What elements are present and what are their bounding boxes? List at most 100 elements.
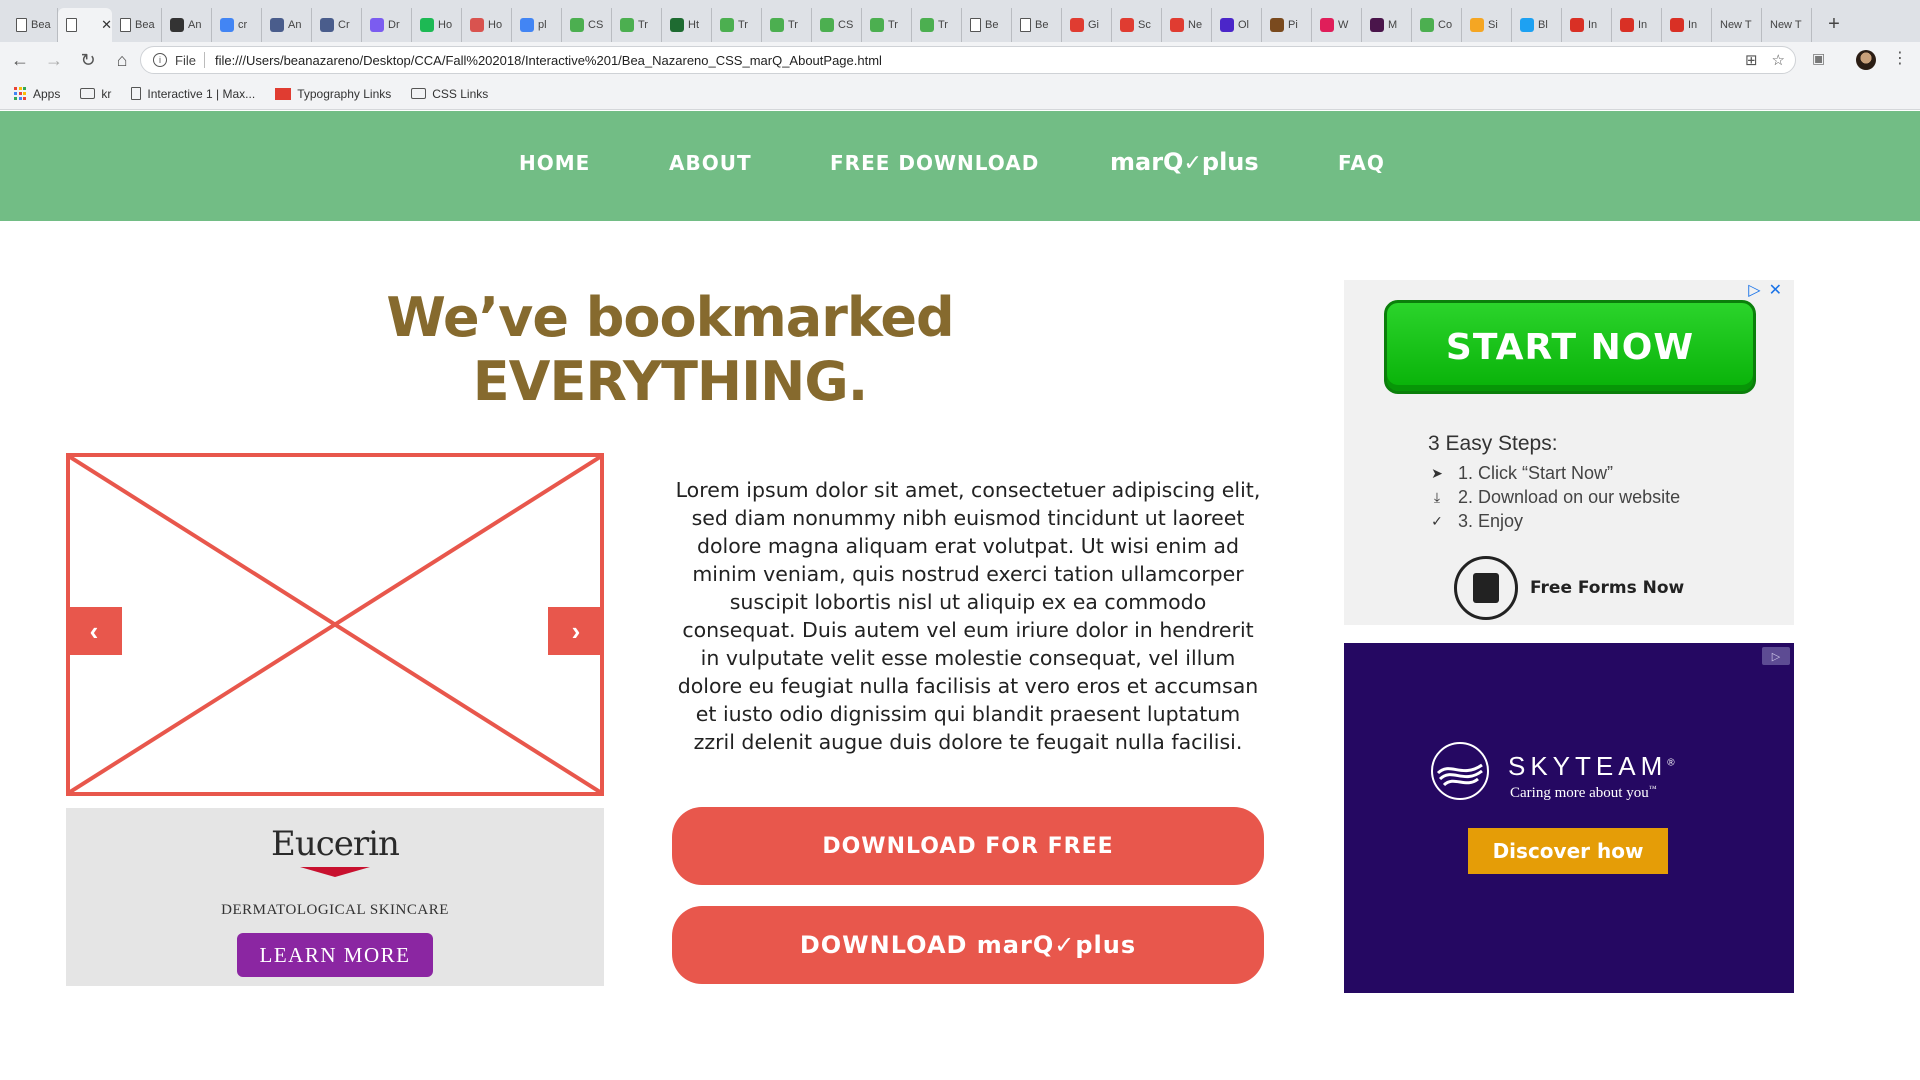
slider-next-button[interactable]: › [548, 607, 604, 655]
reload-icon[interactable]: ↻ [74, 46, 102, 74]
browser-tab[interactable]: An [262, 8, 312, 42]
download-plus-button[interactable]: DOWNLOAD marQ ✓ plus [672, 906, 1264, 984]
headline-line-2: EVERYTHING. [472, 350, 868, 413]
address-bar[interactable]: i File file:///Users/beanazareno/Desktop… [140, 46, 1796, 74]
tab-title: Tr [888, 19, 898, 31]
browser-tab[interactable]: Pi [1262, 8, 1312, 42]
red-doc-icon [275, 87, 292, 100]
browser-tab[interactable]: CS [812, 8, 862, 42]
tab-title: cr [238, 19, 248, 31]
bookmarks-bar: Apps kr Interactive 1 | Max... Typograph… [0, 78, 1920, 110]
browser-tab[interactable]: Be [962, 8, 1012, 42]
skyteam-tagline-text: Caring more about you [1510, 785, 1649, 801]
browser-tab[interactable]: Tr [912, 8, 962, 42]
page-icon [66, 18, 77, 32]
browser-tab[interactable]: Co [1412, 8, 1462, 42]
bookmark-star-icon[interactable]: ☆ [1772, 51, 1785, 69]
bookmark-folder-css[interactable]: CSS Links [411, 87, 488, 101]
tab-title: W [1338, 19, 1349, 31]
browser-tab[interactable]: M [1362, 8, 1412, 42]
menu-icon[interactable]: ⋮ [1892, 48, 1908, 68]
site-info-icon[interactable]: i [153, 53, 167, 67]
browser-tab[interactable]: Be [1012, 8, 1062, 42]
gmail-icon [1620, 18, 1634, 32]
bookmark-interactive[interactable]: Interactive 1 | Max... [131, 87, 255, 101]
browser-tab[interactable]: Ho [462, 8, 512, 42]
skyteam-name: SKYTEAM® [1508, 751, 1675, 782]
tab-title: An [288, 19, 302, 31]
brand-name: marQ [976, 931, 1055, 959]
browser-tab[interactable]: Ht [662, 8, 712, 42]
browser-tab[interactable]: Bl [1512, 8, 1562, 42]
tab-title: Sc [1138, 19, 1151, 31]
bookmark-folder-kr[interactable]: kr [80, 87, 111, 101]
extension-icon[interactable]: ▣ [1812, 50, 1825, 67]
browser-tab[interactable]: Dr [362, 8, 412, 42]
browser-tab[interactable]: New T [1762, 8, 1812, 42]
tab-title: Si [1488, 19, 1498, 31]
browser-tab[interactable]: Sc [1112, 8, 1162, 42]
nav-marq-plus[interactable]: marQ✓plus [1110, 148, 1259, 176]
site-navigation: HOME ABOUT FREE DOWNLOAD marQ✓plus FAQ [0, 111, 1920, 221]
browser-tab[interactable]: Tr [612, 8, 662, 42]
browser-tab[interactable]: An [162, 8, 212, 42]
new-tab-icon[interactable]: + [1820, 10, 1848, 38]
browser-tab[interactable]: cr [212, 8, 262, 42]
browser-tab[interactable]: In [1662, 8, 1712, 42]
browser-tab[interactable]: Bea [112, 8, 162, 42]
nav-free-download[interactable]: FREE DOWNLOAD [830, 151, 1039, 175]
browser-tab[interactable]: ✕ [58, 8, 112, 42]
download-free-button[interactable]: DOWNLOAD FOR FREE [672, 807, 1264, 885]
adchoices-icon[interactable]: ▷ [1762, 647, 1790, 665]
start-now-button[interactable]: START NOW [1384, 300, 1756, 394]
browser-tab[interactable]: Tr [862, 8, 912, 42]
translate-icon[interactable]: ⊞ [1745, 51, 1758, 69]
forward-arrow-icon[interactable]: → [40, 46, 68, 74]
eucerin-ad[interactable]: Eucerin DERMATOLOGICAL SKINCARE LEARN MO… [66, 808, 604, 986]
browser-tab[interactable]: In [1562, 8, 1612, 42]
tab-title: Pi [1288, 19, 1298, 31]
nav-home[interactable]: HOME [519, 151, 590, 175]
start-now-ad[interactable]: ▷ ✕ START NOW 3 Easy Steps: ➤ 1. Click “S… [1344, 280, 1794, 625]
browser-tab[interactable]: In [1612, 8, 1662, 42]
profile-avatar[interactable] [1856, 50, 1876, 70]
adchoices-icon[interactable]: ▷ [1748, 280, 1760, 300]
slider-prev-button[interactable]: ‹ [66, 607, 122, 655]
close-icon[interactable]: ✕ [1769, 280, 1782, 300]
home-icon[interactable]: ⌂ [108, 46, 136, 74]
browser-tab[interactable]: New T [1712, 8, 1762, 42]
browser-tab[interactable]: Tr [762, 8, 812, 42]
learn-more-button[interactable]: LEARN MORE [237, 933, 433, 977]
discover-how-button[interactable]: Discover how [1468, 828, 1668, 874]
browser-tab[interactable]: Cr [312, 8, 362, 42]
close-tab-icon[interactable]: ✕ [101, 17, 112, 33]
browser-tab[interactable]: Ne [1162, 8, 1212, 42]
browser-tab[interactable]: Ol [1212, 8, 1262, 42]
browser-tab[interactable]: Bea [8, 8, 58, 42]
free-forms-link[interactable]: Free Forms Now [1454, 556, 1684, 620]
tab-title: Be [985, 19, 999, 31]
cursor-icon: ➤ [1431, 465, 1443, 481]
bookmark-apps[interactable]: Apps [14, 87, 60, 101]
step-label: 1. Click “Start Now” [1458, 463, 1614, 483]
browser-tab[interactable]: Ho [412, 8, 462, 42]
step-item: ➤ 1. Click “Start Now” [1428, 463, 1613, 484]
back-arrow-icon[interactable]: ← [6, 46, 34, 74]
trademark-mark: ™ [1648, 784, 1657, 793]
nav-about[interactable]: ABOUT [669, 151, 752, 175]
bookmark-typography[interactable]: Typography Links [275, 87, 391, 101]
w3-icon [820, 18, 834, 32]
browser-tab[interactable]: W [1312, 8, 1362, 42]
browser-tab[interactable]: CS [562, 8, 612, 42]
skyteam-ad[interactable]: ▷ SKYTEAM® Caring more about you™ Discov… [1344, 643, 1794, 993]
nav-faq[interactable]: FAQ [1338, 151, 1385, 175]
browser-tab[interactable]: Si [1462, 8, 1512, 42]
step-item: ⤓ 2. Download on our website [1428, 487, 1680, 508]
browser-tab[interactable]: Gi [1062, 8, 1112, 42]
browser-tab[interactable]: Tr [712, 8, 762, 42]
tab-title: Tr [638, 19, 648, 31]
browser-tab[interactable]: pl [512, 8, 562, 42]
adobe-icon [1170, 18, 1184, 32]
url-text[interactable]: file:///Users/beanazareno/Desktop/CCA/Fa… [215, 53, 882, 68]
ad-choices[interactable]: ▷ ✕ [1748, 280, 1782, 300]
